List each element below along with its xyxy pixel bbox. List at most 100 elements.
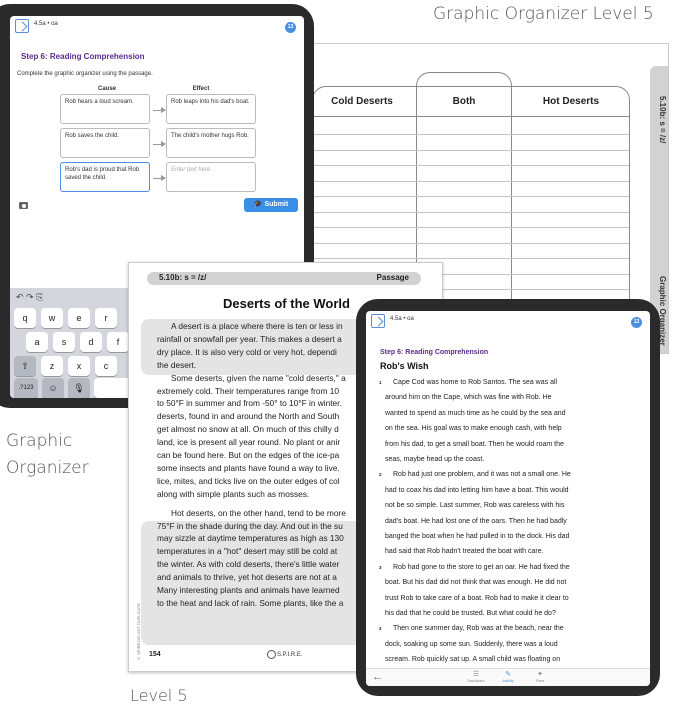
paragraph-number: 2 xyxy=(379,472,382,478)
caption-line-2: Organizer xyxy=(6,458,89,478)
dashboard-icon: ☰ xyxy=(472,671,480,678)
shift-key[interactable]: ⇧ xyxy=(14,356,36,376)
passage-label: Passage xyxy=(376,273,409,282)
key-a[interactable]: a xyxy=(26,332,48,352)
key-d[interactable]: d xyxy=(80,332,102,352)
writing-line xyxy=(313,196,629,197)
story-line: had said that Rob hadn't treated the boa… xyxy=(385,548,544,556)
story-line: Rob had gone to the store to get an oar.… xyxy=(393,563,570,571)
cause-field-3[interactable]: Rob's dad is proud that Rob saved the ch… xyxy=(60,162,150,192)
emoji-key-icon[interactable]: ☺ xyxy=(42,378,64,398)
nav-dashboard[interactable]: ☰ Dashboard xyxy=(461,671,491,683)
effect-field-2[interactable]: The child's mother hugs Rob. xyxy=(166,128,256,158)
passage-code: 5.10b: s = /z/ xyxy=(159,273,207,282)
submit-button[interactable]: 🎓 Submit xyxy=(244,198,298,212)
key-s[interactable]: s xyxy=(53,332,75,352)
story-line: dock, soaking up some sun. Suddenly, the… xyxy=(385,640,558,648)
spire-logo: S.P.I.R.E. xyxy=(267,650,303,659)
caption-graphic-organizer: Graphic Organizer xyxy=(6,428,89,482)
passage-line: to the heat and lack of rain. Some plant… xyxy=(157,597,344,608)
back-arrow-icon[interactable]: ← xyxy=(372,671,383,683)
story-line: Then one summer day, Rob was at the beac… xyxy=(393,625,564,633)
tablet-reading-passage: 4.5a • oa 13 Step 6: Reading Comprehensi… xyxy=(356,299,660,696)
cause-field-1[interactable]: Rob hears a loud scream. xyxy=(60,94,150,124)
story-line: his dad that he could be trusted. But wh… xyxy=(385,610,556,617)
passage-line: temperatures in a "hot" desert may still… xyxy=(157,546,338,557)
story-line: Cape Cod was home to Rob Santos. The sea… xyxy=(393,379,558,386)
app-header: 4.5a • oa 13 xyxy=(10,16,304,36)
numbers-key[interactable]: .?123 xyxy=(14,378,38,398)
passage-line: Hot deserts, on the other hand, tend to … xyxy=(171,507,346,518)
nav-dashboard-label: Dashboard xyxy=(467,679,485,683)
passage-header-bar: 5.10b: s = /z/ Passage xyxy=(147,272,421,285)
effect-field-3[interactable]: Enter text here xyxy=(166,162,256,192)
story-line: had to coax his dad into letting him hav… xyxy=(385,486,569,494)
story-line: on the sea. His goal was to make enough … xyxy=(385,425,562,433)
progress-badge[interactable]: 13 xyxy=(631,317,642,328)
passage-line: 75°F in the shade during the day. And ou… xyxy=(157,520,343,531)
writing-line xyxy=(313,149,629,151)
column-header-both: Both xyxy=(452,96,476,107)
nav-activity[interactable]: ✎ Activity xyxy=(493,671,523,683)
story-line: from his dad, to get a small boat. Then … xyxy=(385,440,564,448)
key-f[interactable]: f xyxy=(107,332,129,352)
step-title: Step 6: Reading Comprehension xyxy=(380,349,489,356)
writing-line xyxy=(313,134,629,135)
paragraph-number: 3 xyxy=(379,564,382,570)
nav-activity-label: Activity xyxy=(502,679,514,683)
writing-line xyxy=(313,165,629,166)
passage-line: some insects and plants have found a way… xyxy=(157,462,340,473)
cause-field-2[interactable]: Rob saves the child. xyxy=(60,128,150,158)
story-line: wanted to spend as much time as he could… xyxy=(385,409,566,417)
passage-line: the desert. xyxy=(157,359,197,370)
writing-line xyxy=(313,258,629,259)
caption-line-1: Graphic xyxy=(6,431,73,451)
caption-level-5: Level 5 xyxy=(130,686,188,705)
microphone-key-icon[interactable]: 🎙 xyxy=(68,378,90,398)
cause-header: Cause xyxy=(97,86,116,92)
lesson-code: 4.5a • oa xyxy=(34,21,58,27)
bottom-nav-bar: ← ☰ Dashboard ✎ Activity ✦ Plans xyxy=(366,668,650,686)
app-header: 4.5a • oa 13 xyxy=(366,311,650,331)
key-w[interactable]: w xyxy=(41,308,63,328)
story-line: not be so simple. Last summer, Rob was c… xyxy=(385,502,565,510)
passage-line: deserts, found in and around the North a… xyxy=(157,411,340,422)
spire-logo-icon xyxy=(267,650,276,659)
activity-icon: ✎ xyxy=(505,671,511,678)
story-line: scream. Rob quickly sat up. A small chil… xyxy=(385,656,561,664)
passage-line: Some deserts, given the name "cold deser… xyxy=(171,372,346,383)
page-number: 154 xyxy=(149,651,161,658)
app-logo-icon[interactable] xyxy=(15,19,29,33)
plans-icon: ✦ xyxy=(537,671,543,678)
passage-line: and animals to thrive, yet hot deserts a… xyxy=(157,572,337,583)
passage-line: lice, mites, and ticks live on the outer… xyxy=(157,475,340,486)
key-r[interactable]: r xyxy=(95,308,117,328)
passage-line: may sizzle at daytime temperatures as hi… xyxy=(157,533,344,544)
tablet-camera-dots xyxy=(484,304,524,317)
passage-line: to 50°F in summer and from -50° to 10°F … xyxy=(157,398,342,409)
tablet-screen: 4.5a • oa 13 Step 6: Reading Comprehensi… xyxy=(366,311,650,686)
column-header-cold-deserts: Cold Deserts xyxy=(331,96,393,107)
key-x[interactable]: x xyxy=(68,356,90,376)
keyboard-undo-redo-paste-icons[interactable]: ↶ ↷ ⎘ xyxy=(16,292,43,303)
story-line: banged the boat when he had pulled in to… xyxy=(385,533,570,540)
nav-plans[interactable]: ✦ Plans xyxy=(525,671,555,683)
story-line: seas, maybe head up the coast. xyxy=(385,456,485,463)
key-c[interactable]: c xyxy=(95,356,117,376)
progress-badge[interactable]: 13 xyxy=(285,22,296,33)
passage-line: the winter. As with cold deserts, there'… xyxy=(157,559,340,570)
effect-field-1[interactable]: Rob leaps into his dad's boat. xyxy=(166,94,256,124)
app-logo-icon[interactable] xyxy=(371,314,385,328)
camera-icon[interactable] xyxy=(19,202,28,209)
graduation-cap-icon: 🎓 xyxy=(253,201,263,208)
worksheet-tab-code: 5.10b: s = /z/ xyxy=(658,96,667,144)
story-title: Rob's Wish xyxy=(380,361,429,371)
key-z[interactable]: z xyxy=(41,356,63,376)
key-q[interactable]: q xyxy=(14,308,36,328)
key-e[interactable]: e xyxy=(68,308,90,328)
passage-line: along with simple plants such as mosses. xyxy=(157,488,310,499)
story-line: dad's boat. He had lost one of the oars.… xyxy=(385,517,567,525)
header-divider xyxy=(313,116,629,117)
passage-line: can be found here. But on the edges of t… xyxy=(157,450,340,460)
arrow-right-icon xyxy=(153,175,166,181)
